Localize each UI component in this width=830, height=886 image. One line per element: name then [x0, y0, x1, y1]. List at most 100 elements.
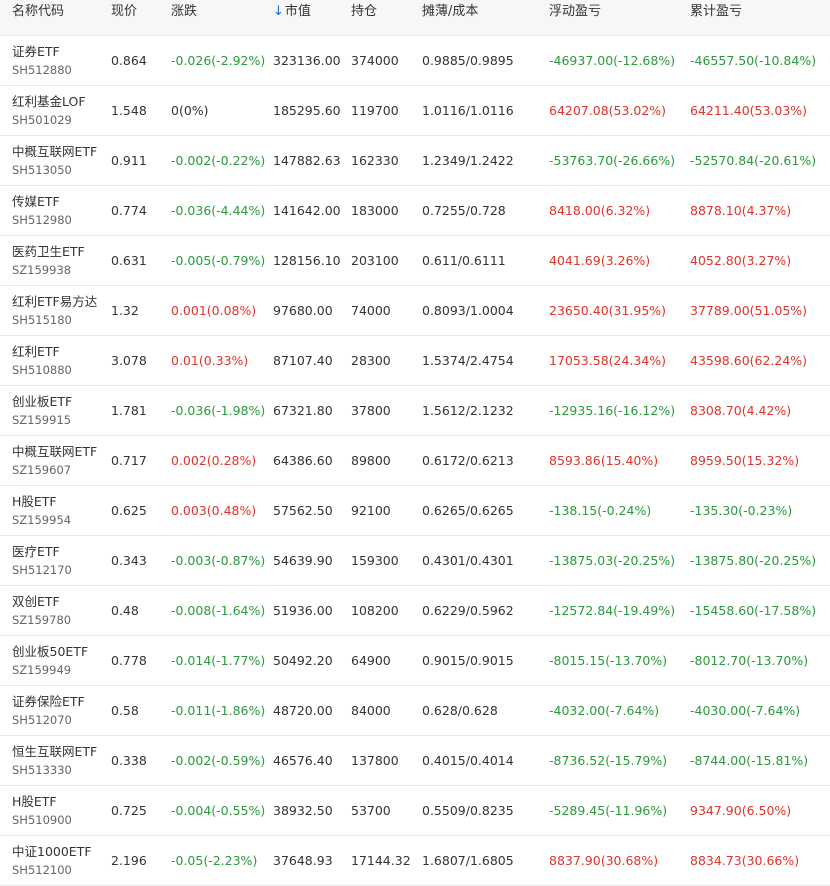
column-header-cost-label: 摊薄/成本	[422, 4, 479, 19]
total-pnl-cell: 8878.10(4.37%)	[690, 202, 792, 218]
security-code: SH513330	[12, 762, 72, 777]
table-row[interactable]: H股ETF SH510900 0.725 -0.004(-0.55%) 38932.50…	[0, 786, 830, 836]
cost-cell: 0.6229/0.5962	[422, 602, 514, 618]
table-row[interactable]: 创业板ETF SZ159915 1.781 -0.036(-1.98%) 67321.8…	[0, 386, 830, 436]
holding-cell: 89800	[351, 452, 391, 468]
total-pnl-cell: -4030.00(-7.64%)	[690, 702, 801, 718]
column-header-float-pnl[interactable]: 浮动盈亏	[549, 4, 690, 20]
table-row[interactable]: 医药卫生ETF SZ159938 0.631 -0.005(-0.79%) 128156…	[0, 236, 830, 286]
security-cell[interactable]: 证券保险ETF SH512070	[0, 693, 111, 729]
column-header-name[interactable]: 名称代码	[0, 4, 111, 20]
cost-cell: 0.4301/0.4301	[422, 552, 514, 568]
security-cell[interactable]: 医疗ETF SH512170	[0, 543, 111, 579]
security-code: SH510880	[12, 362, 72, 377]
column-header-holding[interactable]: 持仓	[351, 4, 422, 20]
security-code: SH513050	[12, 162, 72, 177]
column-header-price-label: 现价	[111, 4, 138, 19]
security-name: 恒生互联网ETF	[12, 743, 98, 759]
float-pnl-cell: 8837.90(30.68%)	[549, 852, 659, 868]
holding-cell: 108200	[351, 602, 399, 618]
security-cell[interactable]: 红利ETF易方达 SH515180	[0, 293, 111, 329]
change-cell: -0.002(-0.59%)	[171, 752, 266, 768]
security-cell[interactable]: H股ETF SH510900	[0, 793, 111, 829]
column-header-float-pnl-label: 浮动盈亏	[549, 4, 602, 19]
table-body: 证券ETF SH512880 0.864 -0.026(-2.92%) 323136.0…	[0, 36, 830, 886]
table-row[interactable]: 恒生互联网ETF SH513330 0.338 -0.002(-0.59%) 46576…	[0, 736, 830, 786]
change-cell: -0.005(-0.79%)	[171, 252, 266, 268]
total-pnl-cell: -13875.80(-20.25%)	[690, 552, 817, 568]
security-cell[interactable]: 医药卫生ETF SZ159938	[0, 243, 111, 279]
column-header-cost[interactable]: 摊薄/成本	[422, 4, 549, 20]
table-row[interactable]: 创业板50ETF SZ159949 0.778 -0.014(-1.77%) 50492…	[0, 636, 830, 686]
float-pnl-cell: 8593.86(15.40%)	[549, 452, 659, 468]
change-cell: -0.026(-2.92%)	[171, 52, 266, 68]
column-header-change[interactable]: 涨跌	[171, 4, 273, 20]
table-row[interactable]: H股ETF SZ159954 0.625 0.003(0.48%) 57562.50 92…	[0, 486, 830, 536]
column-header-total-pnl[interactable]: 累计盈亏	[690, 4, 830, 20]
float-pnl-cell: -12572.84(-19.49%)	[549, 602, 676, 618]
cost-cell: 0.6265/0.6265	[422, 502, 514, 518]
security-code: SZ159607	[12, 462, 72, 477]
table-row[interactable]: 证券ETF SH512880 0.864 -0.026(-2.92%) 323136.0…	[0, 36, 830, 86]
security-cell[interactable]: 红利ETF SH510880	[0, 343, 111, 379]
cost-cell: 0.628/0.628	[422, 702, 498, 718]
holding-cell: 53700	[351, 802, 391, 818]
security-cell[interactable]: 双创ETF SZ159780	[0, 593, 111, 629]
security-code: SH512880	[12, 62, 72, 77]
price-cell: 0.778	[111, 652, 147, 668]
security-cell[interactable]: 恒生互联网ETF SH513330	[0, 743, 111, 779]
table-row[interactable]: 传媒ETF SH512980 0.774 -0.036(-4.44%) 141642.0…	[0, 186, 830, 236]
float-pnl-cell: -138.15(-0.24%)	[549, 502, 652, 518]
security-cell[interactable]: 创业板ETF SZ159915	[0, 393, 111, 429]
total-pnl-cell: -52570.84(-20.61%)	[690, 152, 817, 168]
security-cell[interactable]: 创业板50ETF SZ159949	[0, 643, 111, 679]
float-pnl-cell: -4032.00(-7.64%)	[549, 702, 660, 718]
float-pnl-cell: -13875.03(-20.25%)	[549, 552, 676, 568]
column-header-price[interactable]: 现价	[111, 4, 171, 20]
change-cell: 0(0%)	[171, 102, 209, 118]
table-row[interactable]: 中证1000ETF SH512100 2.196 -0.05(-2.23%) 37648…	[0, 836, 830, 886]
table-row[interactable]: 中概互联网ETF SH513050 0.911 -0.002(-0.22%) 14788…	[0, 136, 830, 186]
price-cell: 0.717	[111, 452, 147, 468]
security-cell[interactable]: 中证1000ETF SH512100	[0, 843, 111, 879]
table-row[interactable]: 双创ETF SZ159780 0.48 -0.008(-1.64%) 51936.00 1…	[0, 586, 830, 636]
total-pnl-cell: 8834.73(30.66%)	[690, 852, 800, 868]
change-cell: -0.014(-1.77%)	[171, 652, 266, 668]
market-value-cell: 67321.80	[273, 402, 333, 418]
security-cell[interactable]: 中概互联网ETF SH513050	[0, 143, 111, 179]
change-cell: -0.011(-1.86%)	[171, 702, 266, 718]
price-cell: 1.548	[111, 102, 147, 118]
security-cell[interactable]: 中概互联网ETF SZ159607	[0, 443, 111, 479]
table-row[interactable]: 证券保险ETF SH512070 0.58 -0.011(-1.86%) 48720.0…	[0, 686, 830, 736]
security-code: SH515180	[12, 312, 72, 327]
holding-cell: 17144.32	[351, 852, 411, 868]
price-cell: 0.58	[111, 702, 139, 718]
holding-cell: 28300	[351, 352, 391, 368]
column-header-market-value-label: 市值	[284, 4, 311, 19]
security-cell[interactable]: 证券ETF SH512880	[0, 43, 111, 79]
table-row[interactable]: 中概互联网ETF SZ159607 0.717 0.002(0.28%) 64386.6…	[0, 436, 830, 486]
security-name: H股ETF	[12, 493, 57, 509]
table-row[interactable]: 红利ETF SH510880 3.078 0.01(0.33%) 87107.40 283…	[0, 336, 830, 386]
change-cell: -0.036(-4.44%)	[171, 202, 266, 218]
security-cell[interactable]: 红利基金LOF SH501029	[0, 93, 111, 129]
column-header-total-pnl-label: 累计盈亏	[690, 4, 743, 19]
security-name: 证券保险ETF	[12, 693, 85, 709]
table-row[interactable]: 医疗ETF SH512170 0.343 -0.003(-0.87%) 54639.90…	[0, 536, 830, 586]
total-pnl-cell: 4052.80(3.27%)	[690, 252, 792, 268]
column-header-holding-label: 持仓	[351, 4, 378, 19]
price-cell: 3.078	[111, 352, 147, 368]
holdings-table: 名称代码 现价 涨跌 ↓市值 持仓 摊薄/成本 浮动盈亏 累计盈亏 证券ETF S…	[0, 0, 830, 886]
holding-cell: 183000	[351, 202, 399, 218]
table-row[interactable]: 红利ETF易方达 SH515180 1.32 0.001(0.08%) 97680.00…	[0, 286, 830, 336]
market-value-cell: 147882.63	[273, 152, 341, 168]
table-row[interactable]: 红利基金LOF SH501029 1.548 0(0%) 185295.60 119700…	[0, 86, 830, 136]
security-code: SH512980	[12, 212, 72, 227]
security-cell[interactable]: 传媒ETF SH512980	[0, 193, 111, 229]
holding-cell: 203100	[351, 252, 399, 268]
market-value-cell: 54639.90	[273, 552, 333, 568]
security-cell[interactable]: H股ETF SZ159954	[0, 493, 111, 529]
column-header-market-value[interactable]: ↓市值	[273, 4, 351, 20]
market-value-cell: 141642.00	[273, 202, 341, 218]
security-name: 中证1000ETF	[12, 843, 92, 859]
